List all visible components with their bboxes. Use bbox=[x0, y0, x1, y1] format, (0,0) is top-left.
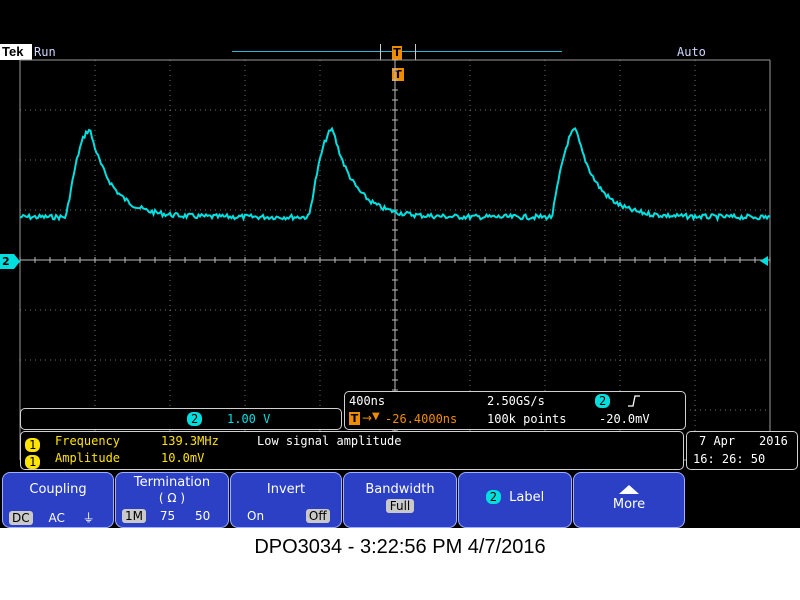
ch1-badge: 1 bbox=[25, 455, 41, 469]
termination-option-75[interactable]: 75 bbox=[160, 509, 175, 523]
ch1-badge: 1 bbox=[25, 438, 41, 452]
termination-subtitle: ( Ω ) bbox=[158, 491, 186, 505]
termination-options: 1M 75 50 bbox=[122, 509, 226, 523]
coupling-option-dc[interactable]: DC bbox=[9, 511, 33, 525]
trigger-level-marker bbox=[760, 256, 768, 266]
year: 2016 bbox=[759, 434, 788, 448]
measurement-row: 1 Amplitude 10.0mV bbox=[25, 451, 675, 469]
invert-option-off[interactable]: Off bbox=[305, 509, 330, 523]
ground-icon[interactable]: ⏚ bbox=[83, 511, 95, 525]
bandwidth-value: Full bbox=[385, 499, 415, 513]
more-menu-button[interactable]: More bbox=[573, 472, 685, 528]
record-length: 100k points bbox=[487, 412, 567, 426]
scope-screen: Tek Run T T Auto 2 2 1.00 V 400ns 2.50GS… bbox=[0, 0, 800, 528]
more-title: More bbox=[612, 497, 646, 512]
datetime-readout: 7 Apr 2016 16: 26: 50 bbox=[686, 431, 798, 470]
coupling-option-ac[interactable]: AC bbox=[48, 511, 64, 525]
trigger-source-badge: 2 bbox=[595, 394, 611, 408]
termination-option-1m[interactable]: 1M bbox=[122, 509, 146, 523]
label-wrap: 2 Label bbox=[459, 490, 571, 505]
horizontal-readout[interactable]: 400ns 2.50GS/s 2 T → ▼ -26.4000ns 100k p… bbox=[344, 391, 686, 430]
label-title: Label bbox=[509, 490, 545, 505]
invert-menu-button[interactable]: Invert On Off bbox=[230, 472, 342, 528]
screenshot-caption: DPO3034 - 3:22:56 PM 4/7/2016 bbox=[254, 536, 546, 558]
trigger-down-icon: ▼ bbox=[372, 411, 380, 422]
bandwidth-menu-button[interactable]: Bandwidth Full bbox=[343, 472, 457, 528]
time-per-div: 400ns bbox=[349, 394, 386, 408]
rising-edge-icon bbox=[627, 394, 641, 412]
bandwidth-title: Bandwidth bbox=[365, 482, 435, 497]
invert-option-on[interactable]: On bbox=[247, 509, 264, 523]
ch2-badge: 2 bbox=[187, 412, 203, 426]
coupling-menu-button[interactable]: Coupling DC AC ⏚ bbox=[2, 472, 114, 528]
measurement-note: Low signal amplitude bbox=[257, 434, 402, 448]
measurement-value: 10.0mV bbox=[161, 451, 205, 465]
ch2-scale-readout[interactable]: 2 1.00 V bbox=[20, 408, 342, 430]
invert-title: Invert bbox=[266, 482, 306, 497]
trigger-level: -20.0mV bbox=[599, 412, 650, 426]
invert-options: On Off bbox=[247, 509, 337, 523]
label-menu-button[interactable]: 2 Label bbox=[458, 472, 572, 528]
measurement-value: 139.3MHz bbox=[161, 434, 219, 448]
date: 7 Apr bbox=[699, 434, 736, 448]
sample-rate: 2.50GS/s bbox=[487, 394, 545, 408]
bandwidth-value-wrap: Full bbox=[344, 499, 456, 513]
measurement-name: Frequency bbox=[55, 434, 121, 448]
ch2-volts-per-div: 1.00 V bbox=[227, 412, 271, 426]
termination-title: Termination bbox=[133, 475, 211, 490]
coupling-options: DC AC ⏚ bbox=[9, 509, 109, 526]
termination-option-50[interactable]: 50 bbox=[195, 509, 210, 523]
trigger-delay-icon: T bbox=[349, 412, 360, 425]
label-ch2-badge: 2 bbox=[485, 490, 501, 504]
up-arrow-icon bbox=[619, 485, 639, 494]
arrow-right-icon: → bbox=[362, 411, 373, 425]
measurement-name: Amplitude bbox=[55, 451, 121, 465]
measurement-row: 1 Frequency 139.3MHz Low signal amplitud… bbox=[25, 434, 675, 452]
trigger-delay: -26.4000ns bbox=[385, 412, 458, 426]
termination-menu-button[interactable]: Termination ( Ω ) 1M 75 50 bbox=[115, 472, 229, 528]
coupling-title: Coupling bbox=[29, 482, 87, 497]
time: 16: 26: 50 bbox=[693, 452, 766, 466]
measurement-readout[interactable]: 1 Frequency 139.3MHz Low signal amplitud… bbox=[20, 431, 684, 470]
